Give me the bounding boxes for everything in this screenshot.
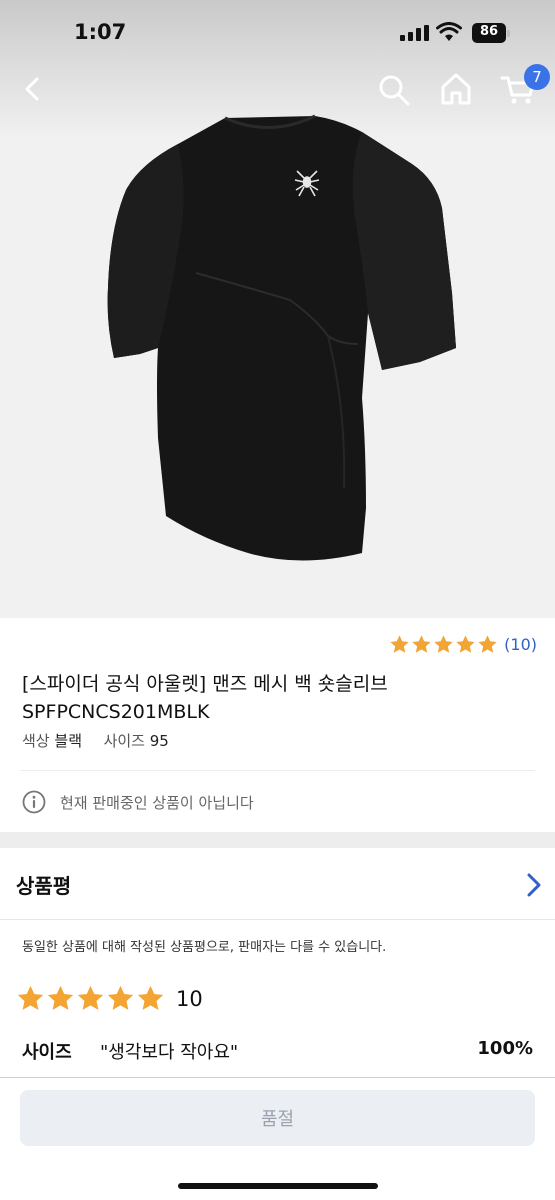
back-arrow-icon[interactable]	[18, 74, 48, 104]
divider	[20, 770, 535, 771]
star-icon	[478, 635, 497, 653]
status-time: 1:07	[74, 20, 127, 44]
size-feedback-percent: 100%	[477, 1038, 533, 1059]
product-info: (10) [스파이더 공식 아울렛] 맨즈 메시 백 숏슬리브 SPFPCNCS…	[0, 618, 555, 832]
not-for-sale-notice: 현재 판매중인 상품이 아닙니다	[22, 790, 254, 814]
product-options: 색상 블랙 사이즈 95	[22, 730, 169, 751]
size-option-label: 사이즈	[103, 732, 145, 750]
home-icon[interactable]	[440, 72, 472, 106]
review-average: 10	[16, 984, 203, 1013]
section-separator	[0, 832, 555, 848]
search-icon[interactable]	[378, 74, 410, 106]
star-icon	[107, 985, 134, 1010]
review-heading: 상품평	[16, 874, 72, 898]
info-icon	[22, 790, 46, 814]
star-icon	[17, 985, 44, 1010]
review-notice: 동일한 상품에 대해 작성된 상품평으로, 판매자는 다를 수 있습니다.	[22, 940, 387, 955]
star-icon	[390, 635, 409, 653]
sold-out-button[interactable]: 품절	[20, 1090, 535, 1146]
home-indicator	[178, 1183, 378, 1189]
battery-icon: 86	[472, 23, 510, 43]
battery-level: 86	[479, 24, 499, 39]
cart-count-badge: 7	[524, 64, 550, 90]
color-value: 블랙	[54, 732, 82, 750]
chevron-right-icon[interactable]	[524, 872, 544, 898]
star-icon	[137, 985, 164, 1010]
star-icon	[412, 635, 431, 653]
color-label: 색상	[22, 732, 50, 750]
size-feedback-label: 사이즈	[22, 1042, 72, 1063]
product-image[interactable]	[100, 108, 460, 568]
status-bar: 1:07 86	[0, 0, 555, 66]
cellular-signal-icon	[400, 25, 430, 41]
notice-text: 현재 판매중인 상품이 아닙니다	[60, 793, 254, 812]
wifi-icon	[436, 22, 462, 41]
bottom-action-bar: 품절	[0, 1077, 555, 1200]
product-title: [스파이더 공식 아울렛] 맨즈 메시 백 숏슬리브 SPFPCNCS201MB…	[22, 673, 388, 723]
review-header[interactable]: 상품평	[0, 848, 555, 920]
size-feedback-quote: "생각보다 작아요"	[100, 1042, 239, 1063]
size-option-value: 95	[149, 732, 169, 750]
review-section: 상품평 동일한 상품에 대해 작성된 상품평으로, 판매자는 다를 수 있습니다…	[0, 848, 555, 1078]
product-rating[interactable]: (10)	[388, 634, 537, 655]
review-total: 10	[176, 986, 203, 1011]
star-icon	[434, 635, 453, 653]
star-icon	[456, 635, 475, 653]
review-count-link[interactable]: (10)	[504, 635, 537, 654]
star-icon	[47, 985, 74, 1010]
star-icon	[77, 985, 104, 1010]
